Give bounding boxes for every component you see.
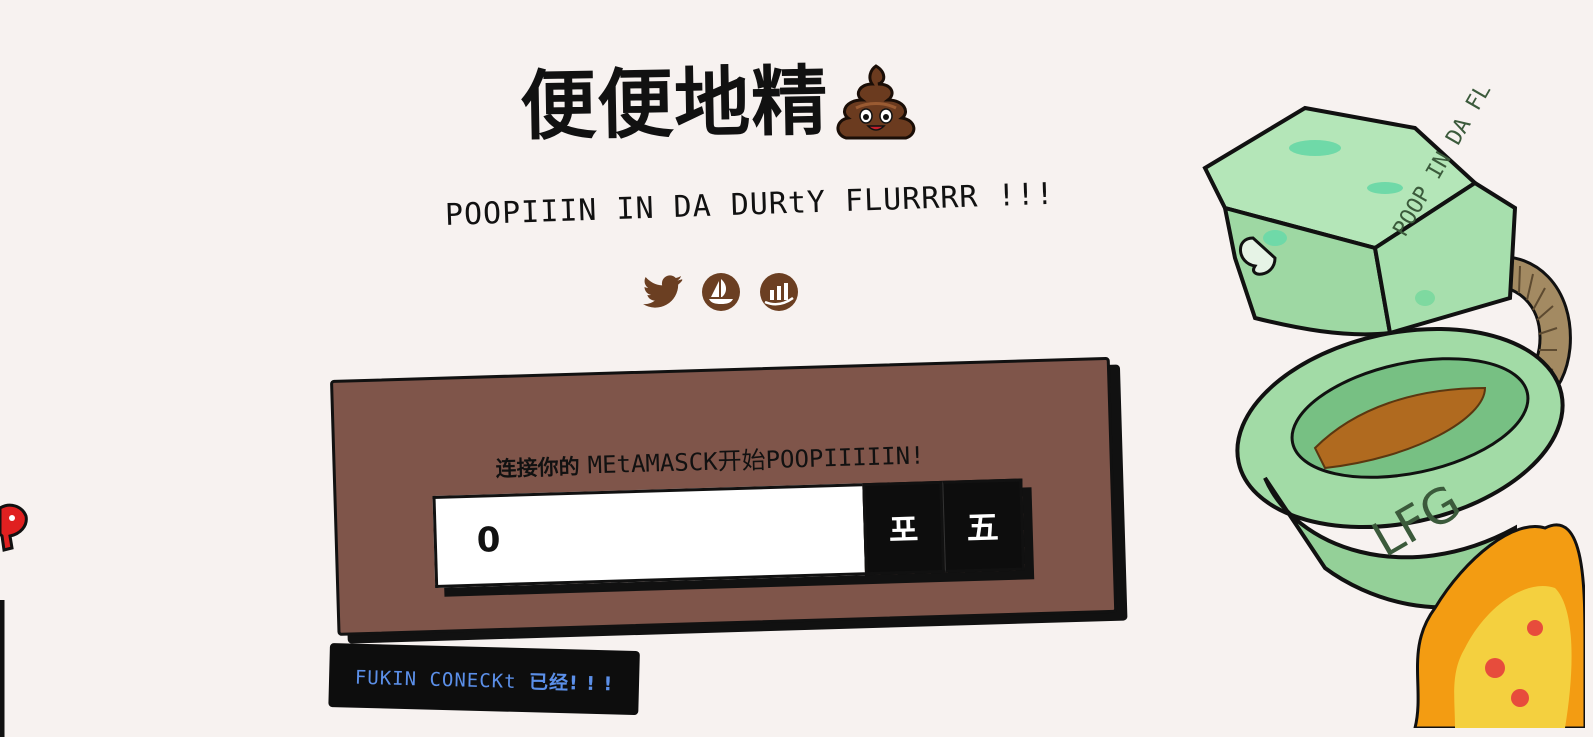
- connect-prompt-en: MEtAMASCK开始POOPIIIIIN!: [587, 441, 925, 480]
- status-text-en: FUKIN CONECKt: [354, 666, 517, 693]
- opensea-link[interactable]: [701, 272, 741, 312]
- twitter-icon: [643, 275, 683, 308]
- status-text-zh: 已经! ! !: [528, 670, 614, 695]
- quantity-input[interactable]: [432, 483, 866, 588]
- opensea-icon: [702, 273, 740, 311]
- left-edge-illustration: [0, 500, 34, 737]
- page-title: 便便地精: [519, 56, 829, 151]
- header: 便便地精: [519, 42, 918, 152]
- mint-card: 连接你的MEtAMASCK开始POOPIIIIIN! 포 五: [330, 356, 1118, 636]
- connection-status-badge: FUKIN CONECKt 已经! ! !: [328, 643, 640, 716]
- mint-button-primary[interactable]: 포: [862, 480, 945, 576]
- looksrare-link[interactable]: [759, 272, 799, 312]
- poop-emoji-icon: [834, 62, 918, 146]
- subtitle: POOPIIIN IN DA DURtY FLURRRR !!!: [444, 176, 1056, 233]
- connection-status-text: FUKIN CONECKt 已经! ! !: [355, 662, 614, 696]
- chart-icon: [760, 273, 798, 311]
- social-links: [643, 272, 799, 312]
- connect-prompt-zh: 连接你的: [495, 454, 581, 482]
- twitter-link[interactable]: [643, 272, 683, 312]
- toilet-rocket-illustration: POOP IN DA FLUUR LFG: [1185, 44, 1587, 732]
- connect-prompt: 连接你的 MEtAMASCK开始POOPIIIIIN!: [495, 435, 925, 483]
- mint-button-secondary[interactable]: 五: [942, 478, 1025, 573]
- mint-controls: 포 五: [432, 478, 1025, 588]
- page: 便便地精 POOPIIIN IN DA DURtY FLURRRR !!! 连接…: [0, 0, 1593, 737]
